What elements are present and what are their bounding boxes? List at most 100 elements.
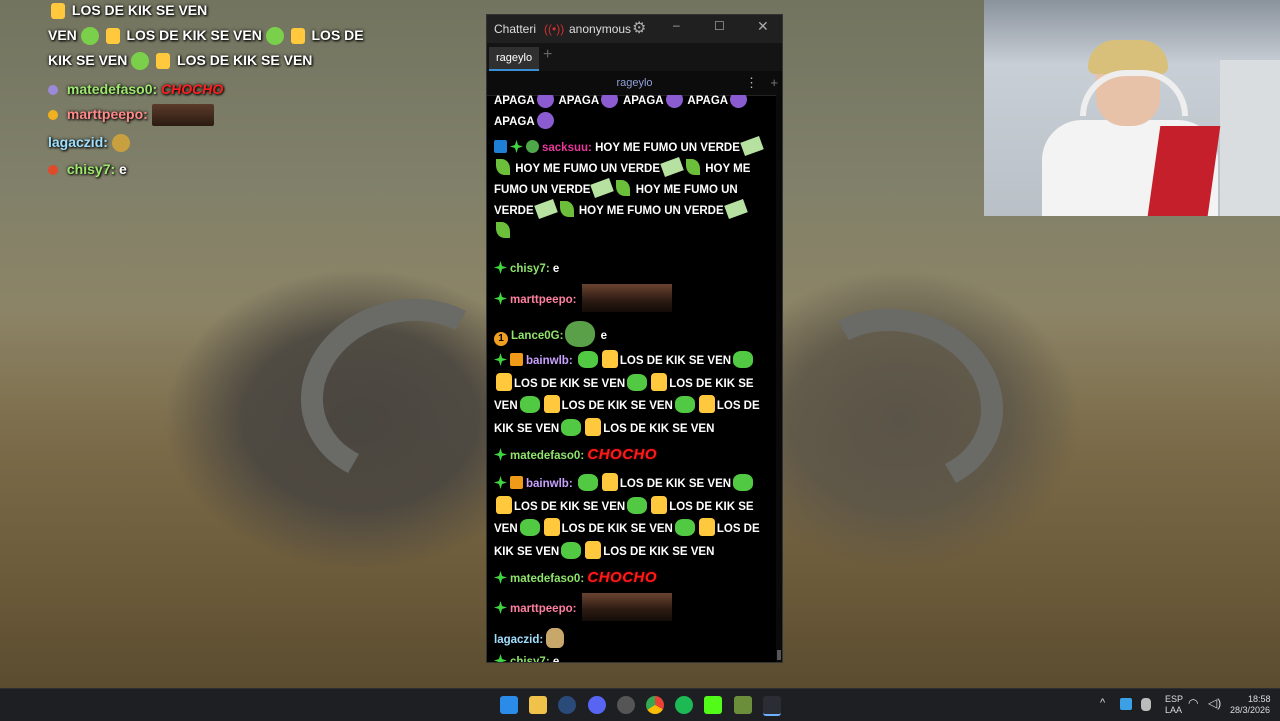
file-explorer-icon[interactable] bbox=[529, 696, 547, 714]
steam-icon[interactable] bbox=[558, 696, 576, 714]
discord-icon[interactable] bbox=[588, 696, 606, 714]
thumbs-up-icon bbox=[698, 518, 715, 536]
webcam-hat bbox=[1088, 40, 1168, 74]
microphone-icon[interactable] bbox=[1141, 698, 1151, 711]
chocho-emote: CHOCHO bbox=[587, 446, 658, 463]
leaf-emote-icon bbox=[496, 222, 510, 238]
thumbs-up-icon bbox=[651, 495, 668, 514]
wifi-icon[interactable]: ◠ bbox=[1188, 696, 1198, 710]
devil-emote-icon bbox=[665, 95, 683, 108]
tray-chevron-icon[interactable]: ^ bbox=[1100, 697, 1105, 709]
frog-emote-icon bbox=[80, 27, 99, 46]
overlay-line: matedefaso0: CHOCHO bbox=[48, 77, 378, 102]
clock-date[interactable]: 28/3/2026 bbox=[1230, 705, 1270, 715]
gear-icon[interactable]: ⚙ bbox=[632, 18, 646, 38]
star-badge-icon bbox=[494, 292, 507, 305]
frog-emote-icon bbox=[674, 519, 695, 536]
webcam-shelf bbox=[1220, 60, 1280, 216]
devil-emote-icon bbox=[601, 95, 619, 108]
devil-emote-icon bbox=[536, 112, 554, 129]
spotify-icon[interactable] bbox=[675, 696, 693, 714]
channel-menu-icon[interactable]: ⋮ bbox=[745, 71, 758, 95]
chatterino-taskbar-icon[interactable] bbox=[763, 696, 781, 716]
chatterino-window[interactable]: Chatteri ((•)) anonymous ⚙ – ☐ ✕ rageylo… bbox=[486, 14, 783, 663]
obs-icon[interactable] bbox=[617, 696, 635, 714]
image-emote bbox=[581, 284, 672, 312]
close-icon[interactable]: ✕ bbox=[757, 18, 769, 35]
chat-message: bainwlb: LOS DE KIK SE VEN LOS DE KIK SE… bbox=[494, 473, 772, 563]
star-badge-icon bbox=[510, 140, 523, 153]
star-badge-icon bbox=[494, 353, 507, 366]
image-emote bbox=[151, 104, 214, 127]
box-badge-icon bbox=[510, 476, 523, 489]
chat-message: matedefaso0: CHOCHO bbox=[494, 444, 772, 467]
overlay-line: marttpeepo: bbox=[48, 102, 378, 127]
clock-time[interactable]: 18:58 bbox=[1248, 694, 1271, 704]
volume-icon[interactable]: ◁) bbox=[1208, 696, 1221, 710]
badge-icon bbox=[48, 110, 58, 120]
frog-emote-icon bbox=[733, 351, 754, 368]
emote-icon bbox=[546, 628, 565, 648]
channel-name[interactable]: rageylo bbox=[616, 77, 652, 89]
thumbs-up-icon bbox=[585, 417, 602, 436]
frog-emote-icon bbox=[519, 519, 540, 536]
add-tab-button[interactable]: + bbox=[543, 46, 552, 64]
webcam-feed bbox=[984, 0, 1280, 216]
chat-messages[interactable]: APAGA APAGA APAGA APAGA APAGA sacksuu: H… bbox=[487, 95, 775, 662]
taskbar: ^ ESP LAA ◠ ◁) 18:58 28/3/2026 bbox=[0, 688, 1280, 721]
windows-start-icon[interactable] bbox=[500, 696, 518, 714]
kick-icon[interactable] bbox=[704, 696, 722, 714]
app-title: Chatteri bbox=[494, 22, 537, 36]
star-badge-icon bbox=[494, 448, 507, 461]
image-emote bbox=[581, 593, 672, 621]
tray-app-icon[interactable] bbox=[1120, 698, 1132, 710]
thumbs-up-icon bbox=[496, 495, 512, 514]
minimize-icon[interactable]: – bbox=[673, 18, 680, 32]
thumbs-up-icon bbox=[543, 395, 560, 413]
chocho-emote: CHOCHO bbox=[587, 569, 658, 586]
star-badge-icon bbox=[494, 571, 507, 584]
thumbs-up-icon bbox=[496, 372, 512, 391]
tab-rageylo[interactable]: rageylo bbox=[489, 47, 540, 71]
chat-message: matedefaso0: CHOCHO bbox=[494, 567, 772, 590]
chrome-icon[interactable] bbox=[646, 696, 664, 714]
box-badge-icon bbox=[510, 353, 523, 366]
webcam-jersey-stripe bbox=[1147, 126, 1221, 216]
badge-icon bbox=[48, 165, 58, 175]
overlay-line: chisy7: e bbox=[48, 157, 378, 182]
thumbs-up-icon bbox=[585, 540, 602, 559]
money-emote-icon bbox=[590, 178, 615, 198]
chat-message: marttpeepo: bbox=[494, 593, 772, 621]
frog-emote-icon bbox=[561, 541, 582, 559]
thumbs-up-icon bbox=[601, 473, 618, 491]
frog-emote-icon bbox=[131, 52, 150, 71]
title-bar[interactable]: Chatteri ((•)) anonymous ⚙ – ☐ ✕ bbox=[487, 15, 782, 43]
tab-bar: rageylo + bbox=[487, 43, 782, 71]
overlay-chat: LOS DE KIK SE VEN VEN LOS DE KIK SE VEN … bbox=[48, 2, 378, 182]
chat-scrollbar[interactable] bbox=[776, 95, 782, 662]
leaf-emote-icon bbox=[496, 159, 510, 175]
thumbs-up-icon bbox=[51, 3, 65, 20]
pepe-emote-icon bbox=[565, 321, 596, 347]
thumbs-up-icon bbox=[601, 350, 618, 368]
star-badge-icon bbox=[494, 261, 507, 274]
devil-emote-icon bbox=[730, 95, 748, 108]
thumbs-up-icon bbox=[698, 395, 715, 413]
keyboard-layout[interactable]: LAA bbox=[1165, 705, 1182, 715]
live-status-icon[interactable]: ((•)) bbox=[544, 22, 564, 36]
language-code[interactable]: ESP bbox=[1165, 694, 1183, 704]
chat-message: 1 Lance0G: e bbox=[494, 321, 772, 347]
badge-icon bbox=[48, 85, 58, 95]
account-name[interactable]: anonymous bbox=[569, 22, 631, 36]
chat-message: marttpeepo: bbox=[494, 284, 772, 312]
scrollbar-thumb[interactable] bbox=[777, 650, 781, 660]
money-emote-icon bbox=[740, 136, 764, 156]
frog-emote-icon bbox=[627, 373, 648, 391]
maximize-icon[interactable]: ☐ bbox=[714, 19, 725, 33]
minecraft-icon[interactable] bbox=[734, 696, 752, 714]
frog-emote-icon bbox=[577, 474, 598, 491]
frog-emote-icon bbox=[577, 351, 598, 368]
split-add-icon[interactable]: + bbox=[770, 71, 778, 95]
chat-message: chisy7: e bbox=[494, 259, 772, 280]
chat-message: lagaczid: bbox=[494, 628, 772, 651]
